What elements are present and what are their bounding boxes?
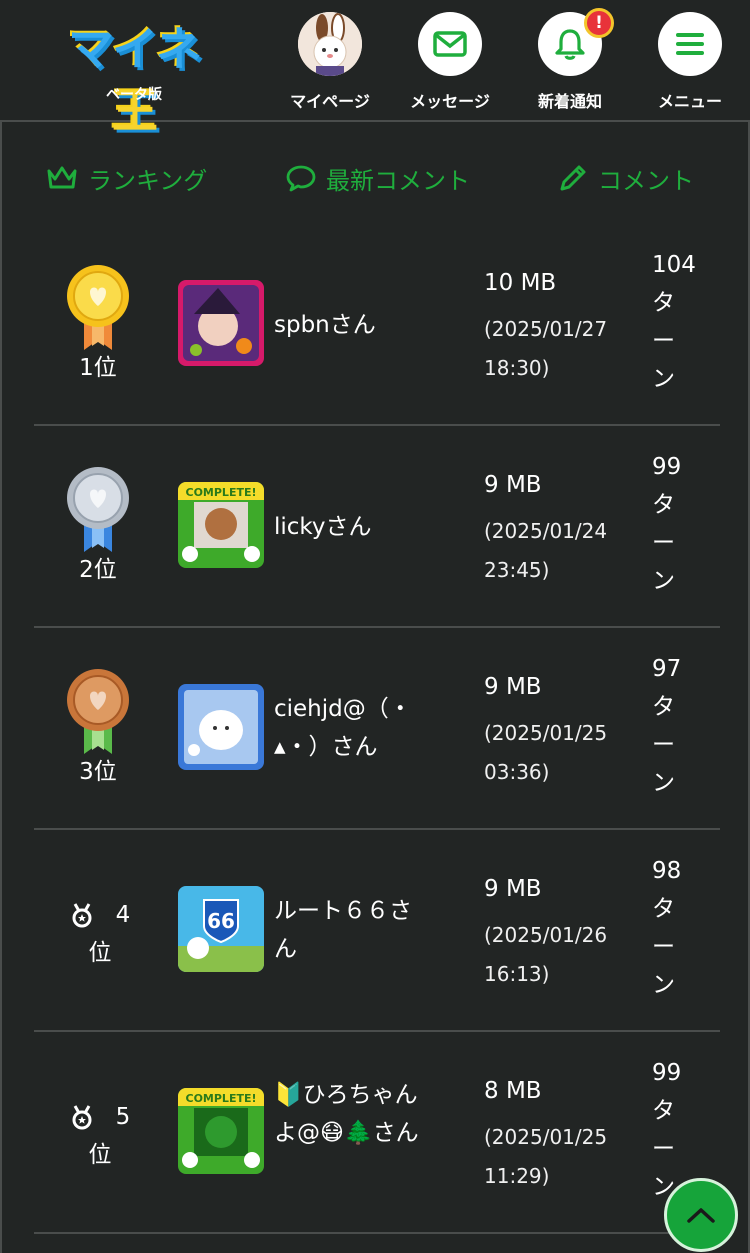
turn-unit-char: タ [652,492,675,518]
turn-count: 97 タ ー ン [652,650,712,802]
turn-unit-char: ン [652,366,675,392]
nav-menu[interactable]: メニュー [630,12,750,112]
nav-messages[interactable]: メッセージ [390,12,510,112]
rank-cell: 1位 [34,224,162,424]
user-name[interactable]: 🔰ひろちゃんよ@😷🌲さん [274,1076,424,1152]
turn-count: 104 タ ー ン [652,246,712,398]
data-size: 8 MB [484,1078,542,1104]
hamburger-icon[interactable] [658,12,722,76]
rank-suffix: 位 [88,1142,112,1168]
rank-cell: 2位 [34,426,162,626]
nav-label-messages: メッセージ [410,92,490,111]
data-size: 9 MB [484,472,542,498]
turn-unit-char: ー [652,530,675,556]
rank-cell: 5 位 [34,1032,162,1232]
medal-outline-icon [72,1105,92,1130]
rank-label: 2位 [79,557,117,583]
pencil-icon [560,165,586,191]
turn-count: 98 タ ー ン [652,852,712,1004]
turn-unit-char: タ [652,290,675,316]
bronze-medal-icon [67,669,129,754]
nav-label-menu: メニュー [657,92,722,111]
rank-cell: 4 位 [34,830,162,1030]
ranking-row[interactable]: 4 位 66 ルート６６さん 9 MB (2025/01/26 16:13) 9… [34,830,720,1032]
ranking-row[interactable]: 1位 spbnさん 10 MB (2025/01/27 18:30) 104 タ… [34,224,720,426]
turn-number: 99 [652,454,682,480]
envelope-icon[interactable] [418,12,482,76]
tab-label: コメント [598,166,694,195]
timestamp: (2025/01/27 18:30) [484,317,608,380]
ranking-row[interactable]: 5 位 COMPLETE! 🔰ひろちゃんよ@😷🌲さん 8 MB (2025/01… [34,1032,720,1234]
tab-label: ランキング [88,166,208,195]
nav-label-notifications: 新着通知 [537,92,602,111]
svg-text:66: 66 [207,909,235,933]
medal-outline-icon [72,903,92,928]
turn-unit-char: タ [652,1098,675,1124]
data-size: 10 MB [484,270,557,296]
logo-subtitle: ベータ版 [106,87,162,103]
nav-notifications[interactable]: ! 新着通知 [510,8,630,112]
avatar[interactable] [298,12,362,76]
turn-count: 99 タ ー ン [652,448,712,600]
ranking-row[interactable]: 2位 COMPLETE! lickyさん 9 MB (2025/01/24 23… [34,426,720,628]
ranking-row[interactable]: 3位 ciehjd@（・▴・）さん 9 MB (2025/01/25 03:36… [34,628,720,830]
turn-unit-char: ー [652,1136,675,1162]
nav-label-mypage: マイページ [290,92,370,111]
timestamp: (2025/01/25 03:36) [484,721,608,784]
turn-unit-char: タ [652,896,675,922]
tab-latest-comments[interactable]: 最新コメント [286,158,470,198]
svg-text:COMPLETE!: COMPLETE! [186,1092,257,1105]
rank-label: 3位 [79,759,117,785]
user-thumbnail[interactable]: COMPLETE! [178,482,264,568]
rank-label: 5 位 [64,1098,136,1174]
rank-suffix: 位 [88,940,112,966]
tab-bar: ランキング 最新コメント コメント [2,158,748,198]
timestamp: (2025/01/26 16:13) [484,923,608,986]
user-thumbnail[interactable]: COMPLETE! [178,1088,264,1174]
tab-label: 最新コメント [326,166,470,195]
turn-number: 97 [652,656,682,682]
turn-unit-char: タ [652,694,675,720]
silver-medal-icon [67,467,129,552]
turn-unit-char: ー [652,934,675,960]
crown-icon [47,166,77,189]
logo-title: マイネ王 [68,22,202,138]
rank-cell: 3位 [34,628,162,828]
site-logo[interactable]: マイネ王 ベータ版 [48,18,220,138]
turn-unit-char: ー [652,328,675,354]
timestamp: (2025/01/25 11:29) [484,1125,608,1188]
rank-label: 4 位 [64,896,136,972]
turn-unit-char: ン [652,568,675,594]
turn-number: 104 [652,252,696,278]
data-size: 9 MB [484,876,542,902]
turn-unit-char: ー [652,732,675,758]
turn-number: 99 [652,1060,682,1086]
gold-medal-icon [67,265,129,350]
scroll-to-top-button[interactable] [664,1178,738,1252]
timestamp: (2025/01/24 23:45) [484,519,608,582]
svg-text:COMPLETE!: COMPLETE! [186,486,257,499]
app-header: マイネ王 ベータ版 マイページ メッセージ ! 新着通知 メニュー [0,0,750,138]
user-name[interactable]: spbnさん [274,306,424,344]
nav-mypage[interactable]: マイページ [270,12,390,112]
chevron-up-icon [687,1208,715,1223]
tab-ranking[interactable]: ランキング [46,158,207,198]
user-thumbnail[interactable]: 66 [178,886,264,972]
data-size: 9 MB [484,674,542,700]
turn-unit-char: ン [652,770,675,796]
user-name[interactable]: ciehjd@（・▴・）さん [274,690,424,766]
speech-bubble-icon [286,165,316,192]
rank-label: 1位 [79,355,117,381]
user-name[interactable]: ルート６６さん [274,892,424,968]
rank-number: 4 [115,902,131,928]
main-content: ランキング 最新コメント コメント 1位 spbnさん 10 MB (2025/… [0,122,750,1253]
turn-number: 98 [652,858,682,884]
notification-badge: ! [584,8,614,38]
user-thumbnail[interactable] [178,280,264,366]
turn-unit-char: ン [652,972,675,998]
rank-number: 5 [115,1104,131,1130]
tab-comment[interactable]: コメント [558,158,694,198]
user-name[interactable]: lickyさん [274,508,424,546]
user-thumbnail[interactable] [178,684,264,770]
